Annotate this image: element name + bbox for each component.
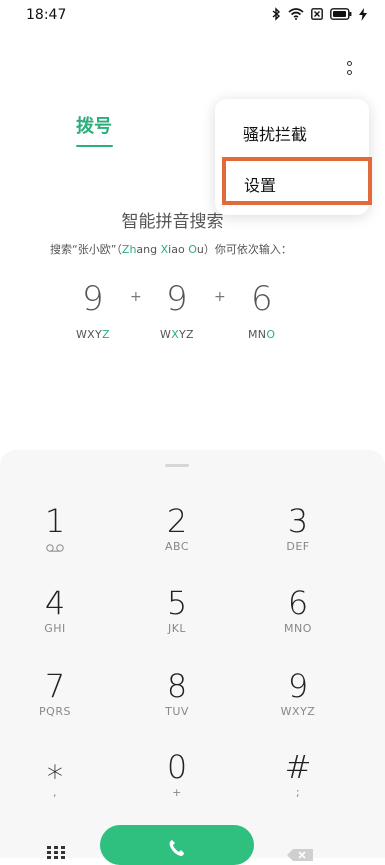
key-letters: DEF xyxy=(286,540,310,553)
example-plus: + xyxy=(130,289,142,305)
sim-icon xyxy=(311,8,323,20)
status-time: 18:47 xyxy=(26,7,67,23)
key-star[interactable]: ⁎ , xyxy=(5,748,105,818)
example-plus: + xyxy=(214,289,226,305)
letters-pre: MN xyxy=(248,328,267,341)
hint-sub-u: u xyxy=(196,243,204,256)
voicemail-icon xyxy=(5,540,105,554)
key-9[interactable]: 9 WXYZ xyxy=(248,667,348,737)
key-letters: , xyxy=(53,786,57,799)
key-number: # xyxy=(284,748,312,786)
key-number: 0 xyxy=(166,748,188,786)
hint-sub-iao: iao xyxy=(168,243,189,256)
example-letters: WXYZ xyxy=(160,328,194,341)
key-letters: GHI xyxy=(44,622,66,635)
example-letters: WXYZ xyxy=(76,328,110,341)
key-5[interactable]: 5 JKL xyxy=(127,584,227,654)
keypad-drag-handle[interactable] xyxy=(165,464,189,467)
key-0[interactable]: 0 + xyxy=(127,748,227,818)
phone-icon xyxy=(169,840,184,856)
letters-highlight: X xyxy=(171,328,180,341)
key-7[interactable]: 7 PQRS xyxy=(5,667,105,737)
key-letters: WXYZ xyxy=(280,705,316,718)
hint-sub-suffix: ）你可依次输入： xyxy=(203,243,292,256)
key-number: 8 xyxy=(166,667,188,705)
key-1[interactable]: 1 xyxy=(5,502,105,572)
tab-dial[interactable]: 拨号 xyxy=(76,112,112,138)
key-4[interactable]: 4 GHI xyxy=(5,584,105,654)
key-letters: TUV xyxy=(165,705,189,718)
key-number: 4 xyxy=(44,584,66,622)
call-button[interactable] xyxy=(100,825,254,865)
status-bar: 18:47 xyxy=(0,0,385,32)
more-options-icon[interactable] xyxy=(340,60,360,82)
example-digit: 6 xyxy=(251,279,273,319)
example-digit: 9 xyxy=(166,279,188,319)
key-letters: + xyxy=(172,786,182,799)
key-8[interactable]: 8 TUV xyxy=(127,667,227,737)
letters-pre: W xyxy=(160,328,172,341)
letters-highlight: O xyxy=(266,328,276,341)
battery-icon xyxy=(330,8,352,20)
key-number: 7 xyxy=(44,667,66,705)
key-hash[interactable]: # ; xyxy=(248,748,348,818)
example-digit: 9 xyxy=(82,279,104,319)
letters-pre: WXY xyxy=(76,328,103,341)
key-2[interactable]: 2 ABC xyxy=(127,502,227,572)
key-number: 1 xyxy=(44,502,66,540)
wifi-icon xyxy=(288,8,304,20)
status-icons xyxy=(272,7,367,21)
settings-highlight-box xyxy=(222,157,372,205)
letters-post: YZ xyxy=(179,328,194,341)
key-letters: ; xyxy=(295,786,301,799)
key-letters: PQRS xyxy=(39,705,71,718)
key-letters: JKL xyxy=(167,622,187,635)
hint-title: 智能拼音搜索 xyxy=(121,212,224,232)
key-number: 6 xyxy=(287,584,309,622)
key-number: ⁎ xyxy=(47,748,63,786)
hint-sub-ang: ang xyxy=(136,243,161,256)
key-6[interactable]: 6 MNO xyxy=(248,584,348,654)
key-letters: ABC xyxy=(164,540,190,553)
dial-keypad: 1 2 ABC 3 DEF 4 GHI 5 JKL 6 MNO 7 PQRS 8… xyxy=(0,450,385,865)
hint-subtitle: 搜索“张小欧”（Zhang Xiao Ou）你可依次输入： xyxy=(50,241,292,257)
key-number: 2 xyxy=(166,502,188,540)
bluetooth-icon xyxy=(272,7,281,21)
letters-highlight: Z xyxy=(102,328,110,341)
charging-icon xyxy=(359,7,367,21)
key-3[interactable]: 3 DEF xyxy=(248,502,348,572)
key-number: 3 xyxy=(287,502,309,540)
hint-letter-z: Zh xyxy=(121,243,137,256)
key-number: 5 xyxy=(166,584,188,622)
menu-item-harassment-block[interactable]: 骚扰拦截 xyxy=(243,121,307,145)
grid-menu-icon[interactable] xyxy=(47,845,65,864)
hint-letter-o: O xyxy=(188,243,197,256)
hint-sub-prefix: 搜索“张小欧”（ xyxy=(50,243,122,256)
backspace-icon[interactable] xyxy=(287,846,313,865)
key-letters: MNO xyxy=(284,622,312,635)
key-number: 9 xyxy=(287,667,309,705)
example-letters: MNO xyxy=(248,328,275,341)
tab-indicator xyxy=(76,145,113,147)
